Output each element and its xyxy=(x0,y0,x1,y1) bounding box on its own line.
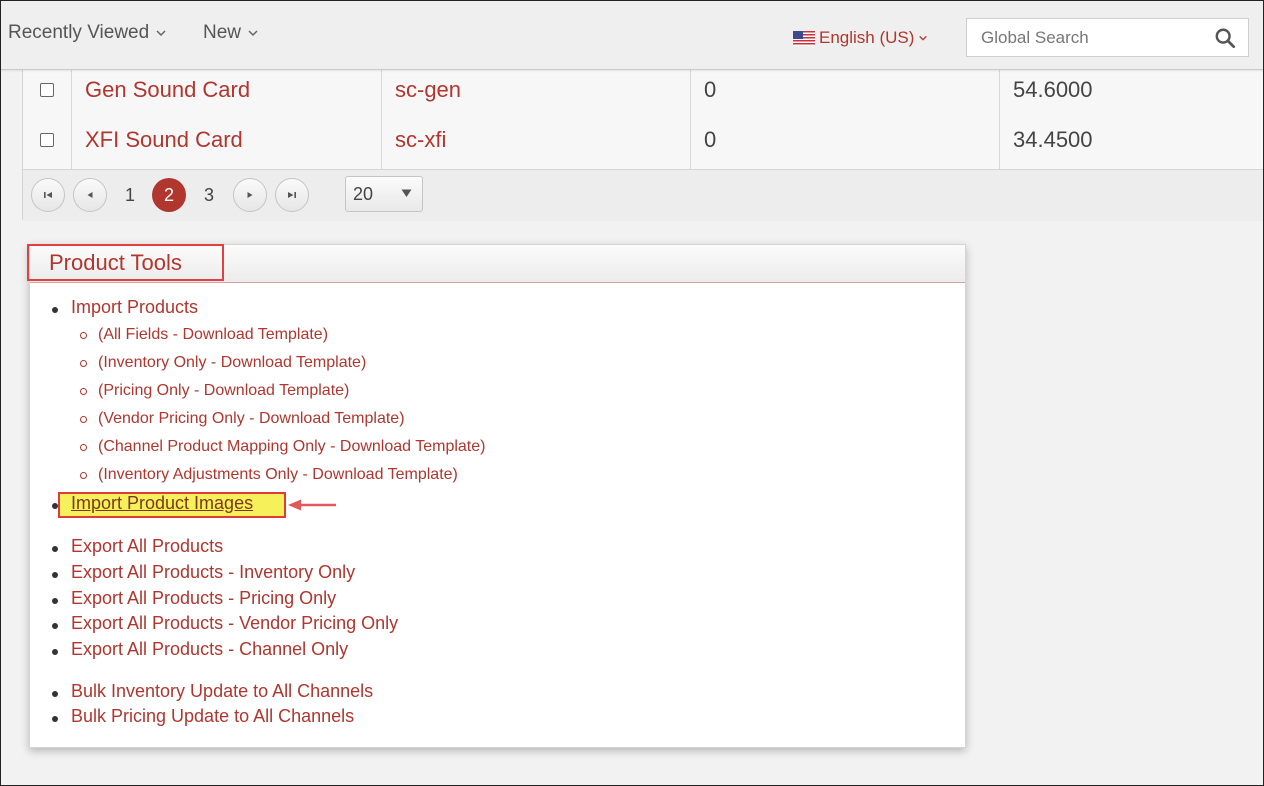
global-search-box xyxy=(966,18,1249,57)
row-checkbox-cell xyxy=(23,110,72,169)
global-search-input[interactable] xyxy=(967,19,1207,56)
search-icon[interactable] xyxy=(1214,27,1236,49)
first-page-icon xyxy=(44,192,52,198)
dropdown-arrow-icon xyxy=(401,189,412,197)
bullet xyxy=(52,572,58,578)
export-vendor-pricing-link[interactable]: Export All Products - Vendor Pricing Onl… xyxy=(71,613,398,634)
page-2-button-current[interactable]: 2 xyxy=(152,178,186,212)
bullet xyxy=(52,691,58,697)
callout-arrow-icon xyxy=(288,499,336,511)
page-size-value: 20 xyxy=(353,184,374,204)
sub-bullet xyxy=(80,416,87,423)
page-3-button[interactable]: 3 xyxy=(192,178,226,212)
import-product-images-link[interactable]: Import Product Images xyxy=(71,493,253,514)
template-inventory-link[interactable]: (Inventory Only - Download Template) xyxy=(98,354,366,372)
export-all-products-link[interactable]: Export All Products xyxy=(71,536,223,557)
product-tools-title-callout: Product Tools xyxy=(27,244,224,281)
product-tools-panel: Product Tools Import Products (All Field… xyxy=(27,244,966,748)
product-tools-title: Product Tools xyxy=(49,249,182,275)
import-products-link[interactable]: Import Products xyxy=(71,297,198,318)
product-quantity: 0 xyxy=(691,110,1000,169)
recently-viewed-menu[interactable]: Recently Viewed xyxy=(8,22,167,44)
language-label: English (US) xyxy=(819,28,915,47)
last-page-icon xyxy=(288,192,296,198)
row-checkbox[interactable] xyxy=(40,132,54,147)
previous-page-icon xyxy=(87,192,93,198)
template-inventory-adjustments-link[interactable]: (Inventory Adjustments Only - Download T… xyxy=(98,466,458,484)
row-checkbox[interactable] xyxy=(40,83,54,97)
export-channel-link[interactable]: Export All Products - Channel Only xyxy=(71,639,348,660)
sub-bullet xyxy=(80,444,87,451)
sub-bullet xyxy=(80,332,87,339)
template-all-fields-link[interactable]: (All Fields - Download Template) xyxy=(98,326,328,344)
product-price: 34.4500 xyxy=(1013,126,1093,152)
first-page-button[interactable] xyxy=(31,178,65,212)
sub-bullet xyxy=(80,472,87,479)
table-row[interactable]: XFI Sound Card sc-xfi 0 34.4500 xyxy=(23,110,1263,170)
bullet xyxy=(52,623,58,629)
sub-bullet xyxy=(80,388,87,395)
product-grid: Gen Sound Card sc-gen 0 54.6000 XFI Soun… xyxy=(22,59,1263,221)
template-channel-mapping-link[interactable]: (Channel Product Mapping Only - Download… xyxy=(98,438,485,456)
last-page-button[interactable] xyxy=(275,178,309,212)
top-navigation-bar: Recently Viewed New English (US) xyxy=(1,1,1263,70)
previous-page-button[interactable] xyxy=(73,178,107,212)
product-tools-header: Product Tools xyxy=(27,244,965,283)
chevron-down-icon xyxy=(156,30,166,37)
template-pricing-link[interactable]: (Pricing Only - Download Template) xyxy=(98,382,349,400)
next-page-button[interactable] xyxy=(233,178,267,212)
language-selector[interactable]: English (US) xyxy=(793,28,928,48)
product-name-link[interactable]: XFI Sound Card xyxy=(72,110,382,169)
page-1-button[interactable]: 1 xyxy=(113,178,147,212)
product-sku-link[interactable]: sc-xfi xyxy=(382,110,691,169)
bullet xyxy=(52,598,58,604)
new-label: New xyxy=(203,22,242,43)
bulk-inventory-update-link[interactable]: Bulk Inventory Update to All Channels xyxy=(71,681,373,702)
bullet xyxy=(52,546,58,552)
page-size-select[interactable]: 20 xyxy=(345,176,423,212)
recently-viewed-label: Recently Viewed xyxy=(8,22,150,43)
us-flag-icon xyxy=(793,30,815,46)
chevron-down-icon xyxy=(248,30,258,37)
chevron-down-icon xyxy=(919,35,928,41)
new-menu[interactable]: New xyxy=(203,22,259,44)
bullet xyxy=(52,649,58,655)
export-pricing-link[interactable]: Export All Products - Pricing Only xyxy=(71,588,336,609)
bulk-pricing-update-link[interactable]: Bulk Pricing Update to All Channels xyxy=(71,706,354,727)
bullet xyxy=(52,716,58,722)
template-vendor-pricing-link[interactable]: (Vendor Pricing Only - Download Template… xyxy=(98,410,405,428)
bullet xyxy=(52,307,58,313)
export-inventory-link[interactable]: Export All Products - Inventory Only xyxy=(71,562,355,583)
sub-bullet xyxy=(80,360,87,367)
next-page-icon xyxy=(247,192,253,198)
grid-pager: 1 2 3 20 xyxy=(23,169,1263,221)
